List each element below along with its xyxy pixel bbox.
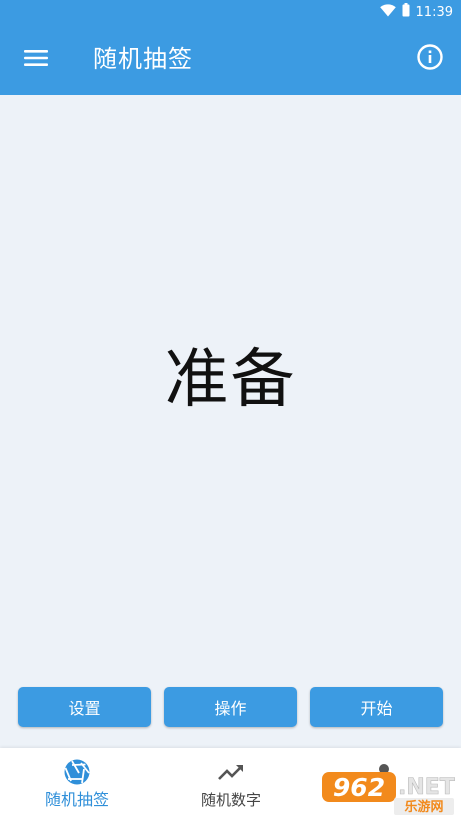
info-icon [416, 43, 444, 75]
app-screen: 11:39 随机抽签 准备 设置 操作 开始 随机抽签 随机数字 962 .NE… [0, 0, 461, 820]
action-button-row: 设置 操作 开始 [0, 687, 461, 727]
svg-text:.NET: .NET [398, 775, 455, 800]
nav-item-random-draw[interactable]: 随机抽签 [0, 748, 154, 820]
page-title: 随机抽签 [93, 45, 193, 73]
status-bar: 11:39 [0, 0, 461, 24]
operate-button[interactable]: 操作 [164, 687, 297, 727]
menu-button[interactable] [16, 46, 56, 74]
app-toolbar: 随机抽签 [0, 24, 461, 95]
nav-label-random-draw: 随机抽签 [44, 790, 109, 809]
svg-text:乐游网: 乐游网 [404, 799, 443, 815]
wifi-icon [379, 3, 396, 21]
status-time: 11:39 [415, 4, 453, 20]
watermark-logo: 962 .NET 乐游网 [322, 770, 456, 816]
settings-button[interactable]: 设置 [18, 687, 151, 727]
hamburger-menu-icon [23, 48, 49, 72]
info-button[interactable] [415, 44, 445, 74]
nav-item-random-number[interactable]: 随机数字 [154, 748, 308, 820]
aperture-icon [63, 758, 91, 786]
nav-label-random-number: 随机数字 [200, 791, 261, 809]
trending-up-icon [217, 758, 245, 786]
svg-text:962: 962 [333, 773, 385, 802]
draw-result-text: 准备 [164, 343, 297, 417]
start-button[interactable]: 开始 [310, 687, 443, 727]
status-icons: 11:39 [379, 3, 453, 21]
battery-icon [402, 3, 410, 21]
